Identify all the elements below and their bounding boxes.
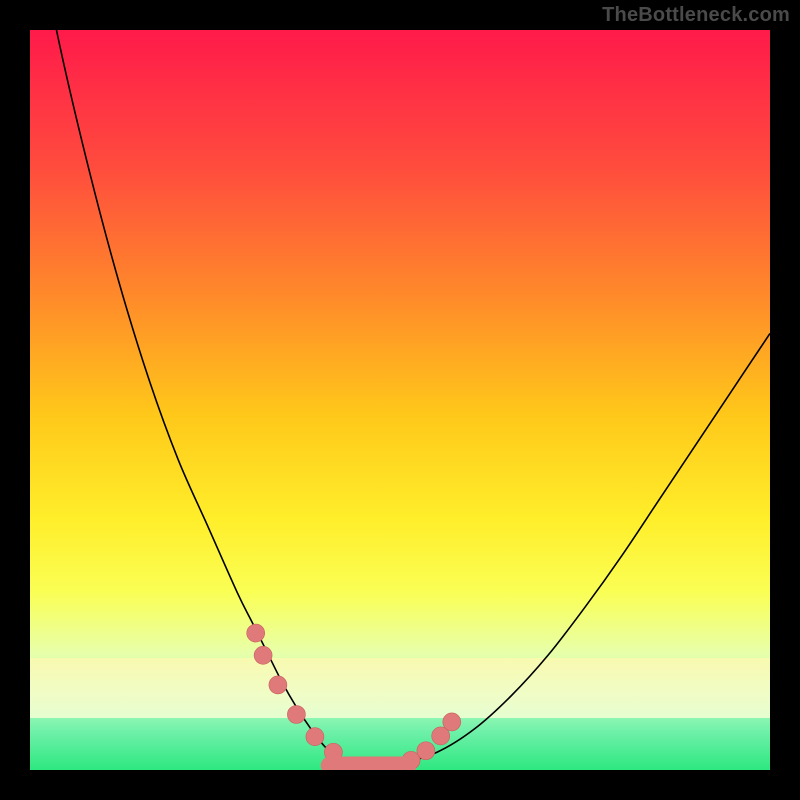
curve-marker [254,646,272,664]
plot-area [30,30,770,770]
curve-marker [269,676,287,694]
chart-svg [30,30,770,770]
curve-marker [306,728,324,746]
curve-marker [247,624,265,642]
curve-marker [443,713,461,731]
chart-stage: TheBottleneck.com [0,0,800,800]
curve-marker [287,706,305,724]
curve-marker [417,742,435,760]
marker-group [247,624,461,769]
watermark-text: TheBottleneck.com [602,4,790,27]
bottleneck-curve [30,30,770,766]
